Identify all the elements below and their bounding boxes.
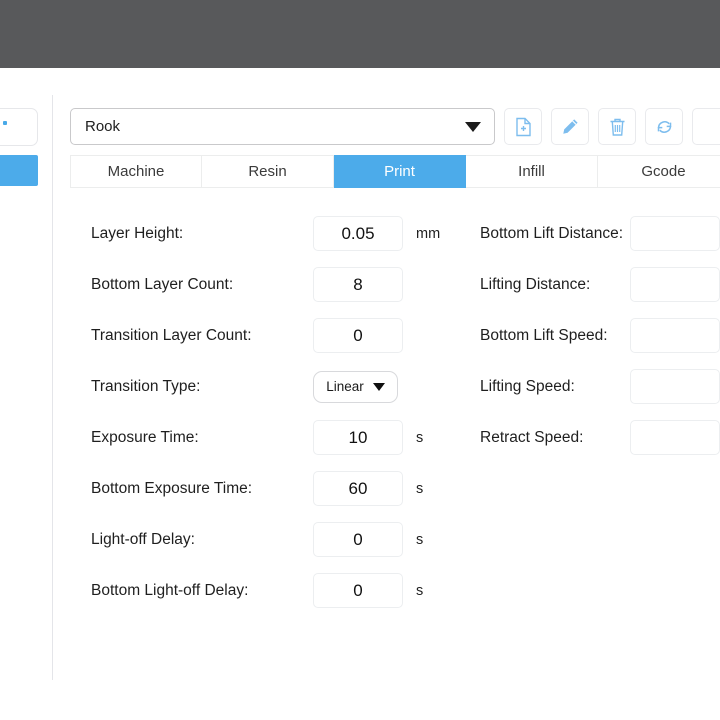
field-label: Bottom Layer Count:: [91, 276, 313, 294]
field-unit: s: [416, 583, 423, 599]
tab-resin[interactable]: Resin: [202, 155, 334, 188]
clipped-panel-active-button[interactable]: [0, 155, 38, 186]
tab-print-label: Print: [384, 163, 415, 180]
field-bottom-light-off-delay: Bottom Light-off Delay: 0 s: [91, 565, 481, 616]
bottom-lift-speed-input[interactable]: [630, 318, 720, 353]
refresh-profile-button[interactable]: [645, 108, 683, 145]
main-content: Rook: [53, 68, 720, 720]
tab-infill-label: Infill: [518, 163, 545, 180]
field-transition-layer-count: Transition Layer Count: 0: [91, 310, 481, 361]
field-transition-type: Transition Type: Linear: [91, 361, 481, 412]
field-label: Bottom Light-off Delay:: [91, 582, 313, 600]
field-label: Lifting Distance:: [480, 276, 630, 294]
field-lifting-speed: Lifting Speed:: [480, 361, 720, 412]
bottom-exposure-time-input[interactable]: 60: [313, 471, 403, 506]
transition-type-value: Linear: [326, 379, 364, 394]
field-exposure-time: Exposure Time: 10 s: [91, 412, 481, 463]
refresh-icon: [654, 117, 675, 137]
transition-type-select[interactable]: Linear: [313, 371, 398, 403]
retract-speed-input[interactable]: [630, 420, 720, 455]
chevron-down-icon: [373, 383, 385, 391]
field-unit: s: [416, 481, 423, 497]
field-light-off-delay: Light-off Delay: 0 s: [91, 514, 481, 565]
field-bottom-exposure-time: Bottom Exposure Time: 60 s: [91, 463, 481, 514]
field-label: Transition Type:: [91, 378, 313, 396]
settings-column-left: Layer Height: 0.05 mm Bottom Layer Count…: [91, 208, 481, 616]
bottom-light-off-delay-input[interactable]: 0: [313, 573, 403, 608]
new-profile-button[interactable]: [504, 108, 542, 145]
field-label: Layer Height:: [91, 225, 313, 243]
exposure-time-input[interactable]: 10: [313, 420, 403, 455]
tab-gcode-label: Gcode: [641, 163, 685, 180]
field-label: Retract Speed:: [480, 429, 630, 447]
file-plus-icon: [514, 117, 533, 137]
overflow-action-button[interactable]: [692, 108, 720, 145]
clipped-panel-button[interactable]: [0, 108, 38, 146]
field-unit: mm: [416, 226, 440, 242]
field-layer-height: Layer Height: 0.05 mm: [91, 208, 481, 259]
bottom-layer-count-input[interactable]: 8: [313, 267, 403, 302]
tab-infill[interactable]: Infill: [466, 155, 598, 188]
field-retract-speed: Retract Speed:: [480, 412, 720, 463]
field-unit: s: [416, 430, 423, 446]
settings-column-right: Bottom Lift Distance: Lifting Distance: …: [480, 208, 720, 463]
bottom-lift-distance-input[interactable]: [630, 216, 720, 251]
profile-toolbar: Rook: [70, 108, 720, 145]
chevron-down-icon: [465, 122, 481, 132]
delete-profile-button[interactable]: [598, 108, 636, 145]
field-label: Light-off Delay:: [91, 531, 313, 549]
field-label: Bottom Lift Distance:: [480, 225, 630, 243]
settings-tabs: Machine Resin Print Infill Gcode: [70, 155, 720, 188]
profile-select[interactable]: Rook: [70, 108, 495, 145]
field-bottom-lift-distance: Bottom Lift Distance:: [480, 208, 720, 259]
lifting-speed-input[interactable]: [630, 369, 720, 404]
layer-height-input[interactable]: 0.05: [313, 216, 403, 251]
edit-profile-button[interactable]: [551, 108, 589, 145]
left-side-panel: [0, 68, 53, 720]
tab-machine-label: Machine: [108, 163, 165, 180]
transition-layer-count-input[interactable]: 0: [313, 318, 403, 353]
window-titlebar: [0, 0, 720, 68]
field-bottom-lift-speed: Bottom Lift Speed:: [480, 310, 720, 361]
application-window: Rook: [0, 0, 720, 720]
tab-machine[interactable]: Machine: [70, 155, 202, 188]
field-label: Exposure Time:: [91, 429, 313, 447]
tab-gcode[interactable]: Gcode: [598, 155, 720, 188]
light-off-delay-input[interactable]: 0: [313, 522, 403, 557]
tab-resin-label: Resin: [248, 163, 286, 180]
panel-button-mark-icon: [3, 121, 7, 125]
tab-print[interactable]: Print: [334, 155, 466, 188]
field-lifting-distance: Lifting Distance:: [480, 259, 720, 310]
trash-icon: [608, 117, 627, 137]
field-unit: s: [416, 532, 423, 548]
pencil-icon: [560, 117, 580, 137]
field-label: Transition Layer Count:: [91, 327, 313, 345]
field-bottom-layer-count: Bottom Layer Count: 8: [91, 259, 481, 310]
lifting-distance-input[interactable]: [630, 267, 720, 302]
field-label: Lifting Speed:: [480, 378, 630, 396]
field-label: Bottom Lift Speed:: [480, 327, 630, 345]
field-label: Bottom Exposure Time:: [91, 480, 313, 498]
profile-select-value: Rook: [85, 118, 465, 135]
